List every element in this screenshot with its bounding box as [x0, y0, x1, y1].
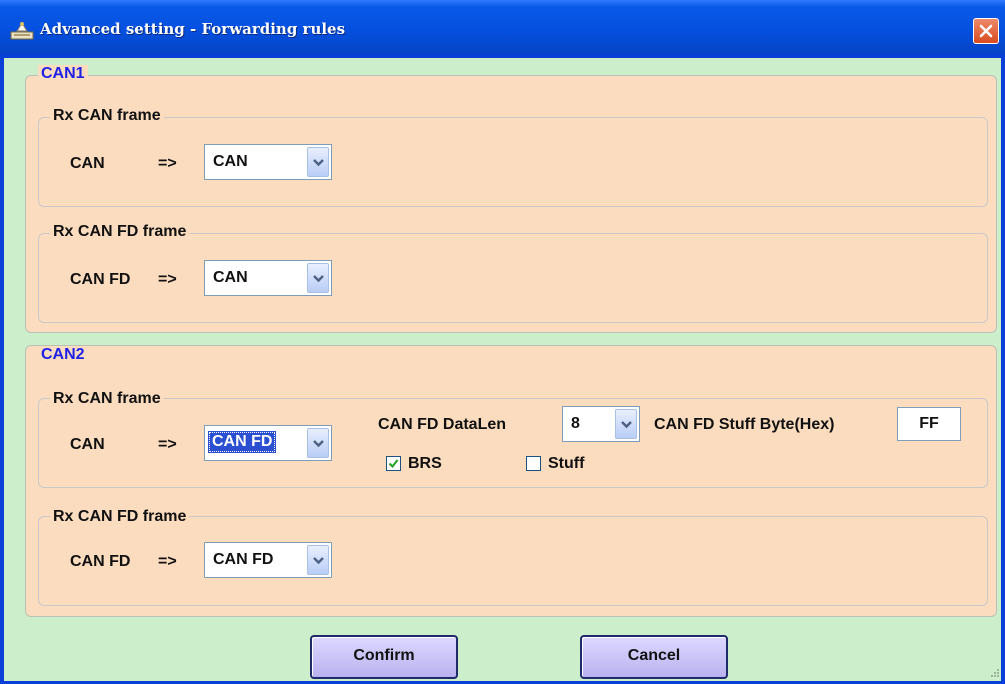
close-icon	[979, 24, 993, 38]
can2-rx-can-frame-group	[38, 398, 988, 488]
canfd-stuff-byte-input[interactable]: FF	[897, 407, 961, 441]
can1-rx-canfd-source-label: CAN FD	[70, 271, 131, 288]
can1-rx-can-frame-group	[38, 117, 988, 207]
canfd-datalen-label: CAN FD DataLen	[378, 416, 507, 433]
app-icon	[10, 20, 34, 40]
can1-rx-canfd-frame-group	[38, 233, 988, 323]
can1-group-title: CAN1	[38, 65, 88, 83]
can2-rx-can-arrow: =>	[158, 436, 177, 453]
chevron-down-icon[interactable]	[307, 545, 329, 575]
can2-rx-canfd-source-label: CAN FD	[70, 553, 131, 570]
stuff-label: Stuff	[548, 455, 585, 472]
can1-rx-can-source-label: CAN	[70, 155, 105, 172]
canfd-stuff-byte-label: CAN FD Stuff Byte(Hex)	[654, 416, 835, 433]
can2-rx-canfd-arrow: =>	[158, 553, 177, 570]
can2-rx-canfd-frame-group	[38, 516, 988, 606]
canfd-datalen-value: 8	[571, 415, 580, 432]
can2-group-title: CAN2	[38, 346, 88, 364]
can2-rx-canfd-frame-title: Rx CAN FD frame	[50, 508, 190, 526]
can1-rx-canfd-frame-title: Rx CAN FD frame	[50, 223, 190, 241]
can1-rx-can-target-value: CAN	[213, 153, 248, 170]
can1-rx-can-arrow: =>	[158, 155, 177, 172]
resize-grip-icon[interactable]	[988, 666, 1000, 678]
stuff-checkbox[interactable]	[526, 456, 541, 471]
can2-rx-canfd-target-value: CAN FD	[213, 551, 274, 568]
window-title: Advanced setting - Forwarding rules	[40, 20, 346, 38]
chevron-down-icon[interactable]	[307, 263, 329, 293]
can2-rx-can-target-select[interactable]: CAN FD	[204, 425, 332, 461]
check-icon	[388, 459, 399, 469]
canfd-datalen-select[interactable]: 8	[562, 406, 640, 442]
close-button[interactable]	[973, 18, 999, 44]
title-bar[interactable]: Advanced setting - Forwarding rules	[0, 0, 1005, 58]
chevron-down-icon[interactable]	[307, 428, 329, 458]
can1-rx-can-target-select[interactable]: CAN	[204, 144, 332, 180]
brs-label: BRS	[408, 455, 442, 472]
cancel-button[interactable]: Cancel	[580, 635, 728, 679]
can2-rx-can-frame-title: Rx CAN frame	[50, 390, 164, 408]
can2-rx-can-target-value: CAN FD	[208, 431, 277, 453]
brs-checkbox[interactable]	[386, 456, 401, 471]
can2-rx-canfd-target-select[interactable]: CAN FD	[204, 542, 332, 578]
can2-rx-can-source-label: CAN	[70, 436, 105, 453]
can1-rx-can-frame-title: Rx CAN frame	[50, 107, 164, 125]
confirm-button[interactable]: Confirm	[310, 635, 458, 679]
can1-rx-canfd-target-value: CAN	[213, 269, 248, 286]
can1-rx-canfd-arrow: =>	[158, 271, 177, 288]
chevron-down-icon[interactable]	[307, 147, 329, 177]
can1-rx-canfd-target-select[interactable]: CAN	[204, 260, 332, 296]
chevron-down-icon[interactable]	[615, 409, 637, 439]
